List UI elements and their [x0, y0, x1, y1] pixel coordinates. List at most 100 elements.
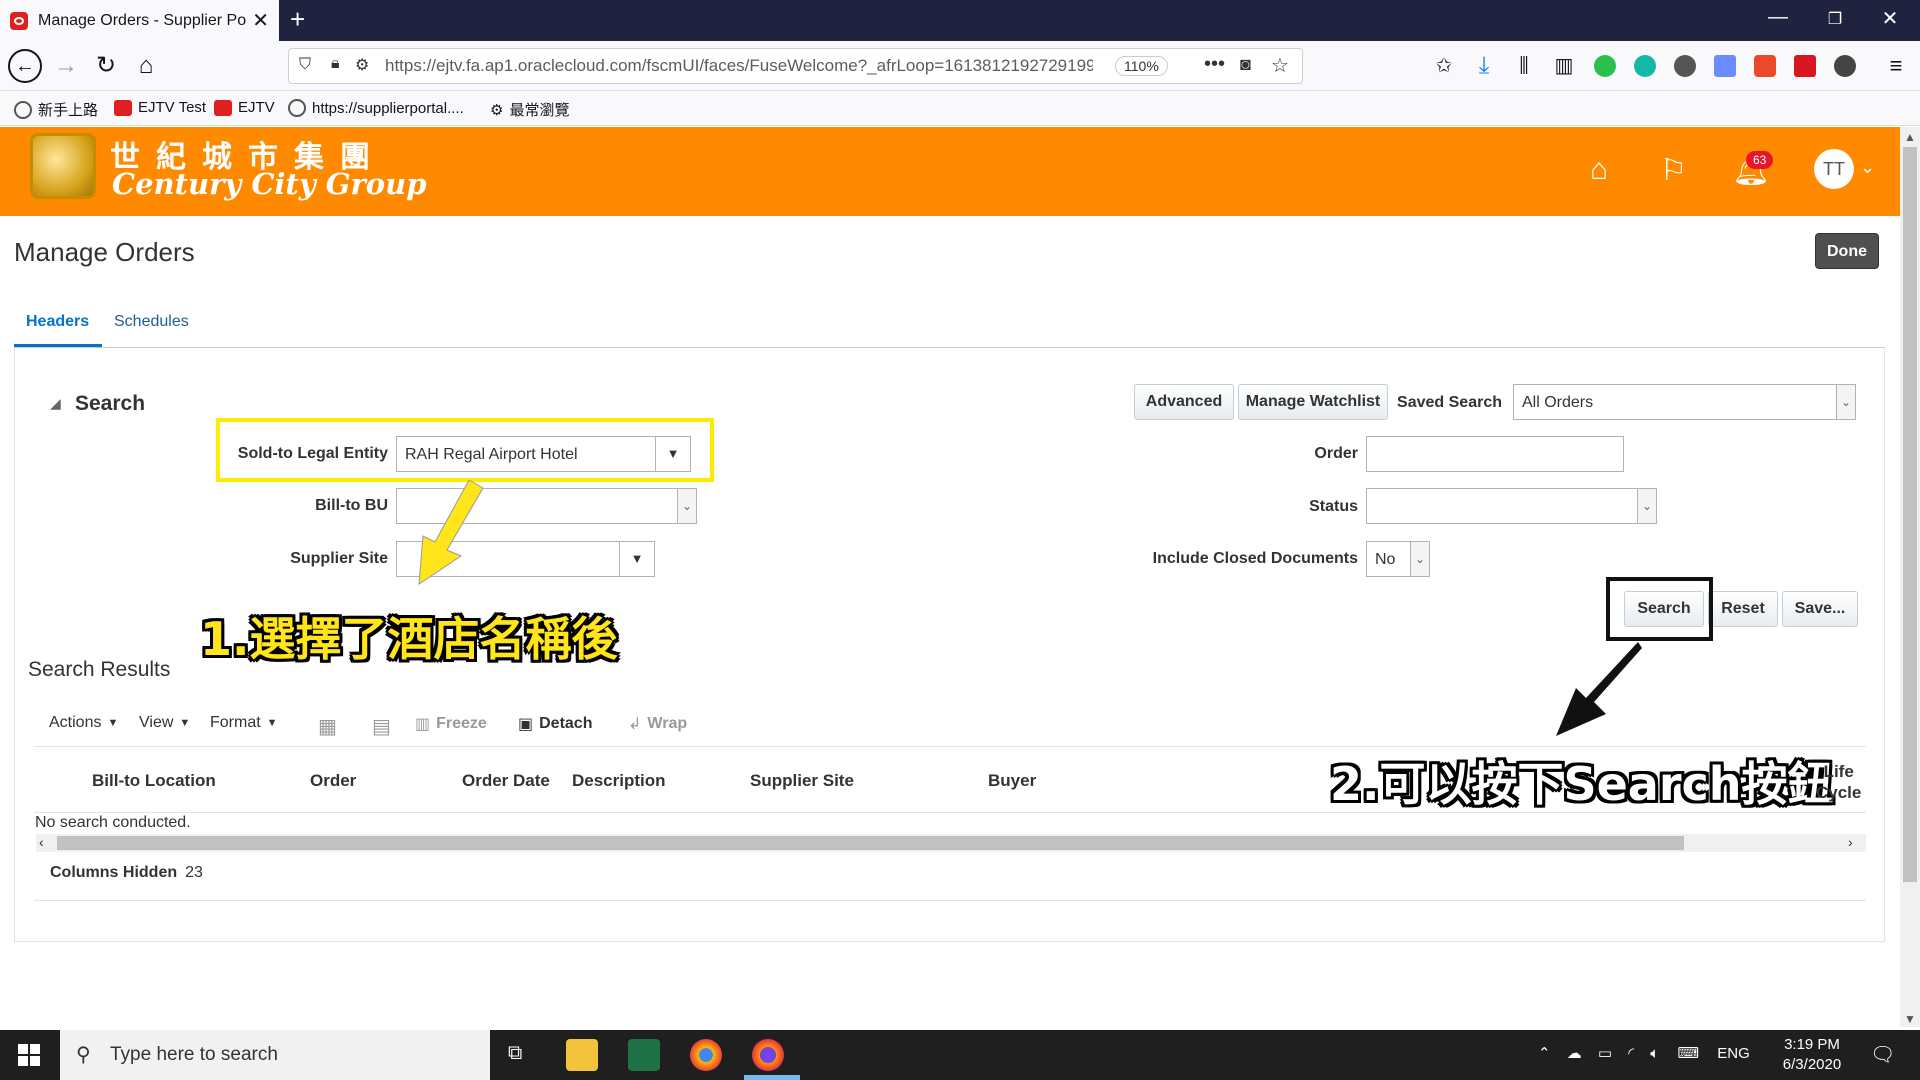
- extension-check-icon[interactable]: [1594, 55, 1616, 77]
- bookmark-item[interactable]: EJTV Test: [114, 99, 206, 116]
- scroll-left-icon[interactable]: ‹: [39, 834, 44, 850]
- save-search-button[interactable]: Save...: [1782, 591, 1858, 627]
- columns-hidden: Columns Hidden 23: [50, 864, 203, 881]
- restore-icon[interactable]: ❐: [1815, 9, 1855, 29]
- download-icon[interactable]: ⤓: [1466, 49, 1502, 83]
- status-chevron-icon[interactable]: ⌄: [1637, 488, 1657, 524]
- cloud-icon[interactable]: ☁: [1567, 1045, 1582, 1062]
- column-header[interactable]: Description: [572, 771, 666, 791]
- wifi-icon[interactable]: ◜: [1628, 1045, 1634, 1062]
- library-icon[interactable]: ⫼: [1506, 49, 1542, 83]
- bookmark-ext-icon[interactable]: [1714, 55, 1736, 77]
- status-select[interactable]: [1366, 488, 1638, 524]
- shield-icon[interactable]: ⛉: [299, 56, 311, 74]
- tab-schedules[interactable]: Schedules: [114, 313, 189, 331]
- bill-to-bu-chevron-icon[interactable]: ⌄: [677, 488, 697, 524]
- grammarly-icon[interactable]: [1634, 55, 1656, 77]
- more-actions-icon[interactable]: •••: [1204, 53, 1225, 76]
- column-header[interactable]: Bill-to Location: [92, 771, 216, 791]
- home-icon[interactable]: ⌂: [128, 49, 164, 83]
- permissions-icon[interactable]: ⚙: [355, 55, 369, 75]
- chrome-icon[interactable]: [690, 1039, 722, 1071]
- order-label: Order: [1314, 445, 1358, 462]
- table-hscrollbar-thumb[interactable]: [57, 836, 1684, 850]
- tab-headers[interactable]: Headers: [26, 313, 89, 331]
- volume-icon[interactable]: 🔈︎: [1650, 1045, 1659, 1062]
- column-header[interactable]: Order: [310, 771, 356, 791]
- bookmark-item[interactable]: 新手上路: [14, 99, 98, 120]
- forward-icon[interactable]: →: [48, 49, 84, 83]
- advanced-button[interactable]: Advanced: [1134, 384, 1234, 420]
- scroll-up-icon[interactable]: ▲: [1904, 130, 1916, 144]
- pdf-ext-icon[interactable]: [1794, 55, 1816, 77]
- bookmark-item[interactable]: EJTV: [214, 99, 275, 116]
- column-header[interactable]: Order Date: [462, 771, 550, 791]
- flag-icon[interactable]: ⚐: [1660, 153, 1687, 188]
- scroll-right-icon[interactable]: ›: [1848, 834, 1853, 850]
- multi-account-icon[interactable]: [1834, 55, 1856, 77]
- home-icon[interactable]: ⌂: [1590, 153, 1608, 187]
- close-window-icon[interactable]: ✕: [1870, 6, 1910, 31]
- detach-button[interactable]: ▣ Detach: [518, 714, 592, 734]
- column-chooser-icon[interactable]: ▦: [318, 714, 337, 739]
- collapse-triangle-icon[interactable]: ◢: [50, 395, 61, 412]
- format-menu[interactable]: Format ▼: [210, 714, 278, 732]
- reader-list-icon[interactable]: ✩: [1426, 49, 1462, 83]
- file-explorer-icon[interactable]: [566, 1039, 598, 1071]
- firefox-icon[interactable]: [752, 1039, 784, 1071]
- supplier-site-dropdown-icon[interactable]: ▼: [619, 541, 655, 577]
- browser-navbar: ← → ↻ ⌂ ⛉ 🔒︎ ⚙ https://ejtv.fa.ap1.oracl…: [0, 41, 1920, 91]
- saved-search-chevron-icon[interactable]: ⌄: [1836, 384, 1856, 420]
- scroll-down-icon[interactable]: ▼: [1904, 1012, 1916, 1026]
- lock-icon[interactable]: 🔒︎: [331, 55, 340, 73]
- sidebar-icon[interactable]: ▥: [1546, 49, 1582, 83]
- include-closed-chevron-icon[interactable]: ⌄: [1410, 541, 1430, 577]
- zoom-indicator[interactable]: 110%: [1115, 56, 1168, 76]
- bookmark-item[interactable]: ⚙ 最常瀏覽: [490, 99, 569, 120]
- notification-badge: 63: [1746, 151, 1774, 169]
- battery-icon[interactable]: ▭: [1598, 1045, 1612, 1062]
- browser-tab[interactable]: Manage Orders - Supplier Portal ✕: [0, 0, 279, 41]
- account-icon[interactable]: [1674, 55, 1696, 77]
- chevron-up-icon[interactable]: ⌃: [1538, 1045, 1551, 1062]
- notification-center-icon[interactable]: 🗨︎: [1870, 1042, 1895, 1067]
- bookmark-star-icon[interactable]: ☆: [1271, 53, 1289, 78]
- chevron-down-icon[interactable]: ⌄: [1860, 157, 1875, 178]
- taskbar-clock[interactable]: 3:19 PM 6/3/2020: [1772, 1035, 1852, 1075]
- freeze-button[interactable]: ▥ Freeze: [415, 714, 487, 734]
- windows-start-icon[interactable]: [18, 1044, 40, 1066]
- view-menu[interactable]: View ▼: [139, 714, 190, 732]
- task-view-icon[interactable]: ⧉: [508, 1042, 522, 1065]
- address-bar[interactable]: ⛉ 🔒︎ ⚙ https://ejtv.fa.ap1.oraclecloud.c…: [288, 48, 1303, 84]
- system-tray: ⌃ ☁ ▭ ◜ 🔈︎ ⌨ ENG: [1538, 1044, 1750, 1062]
- manage-watchlist-button[interactable]: Manage Watchlist: [1238, 384, 1388, 420]
- back-icon[interactable]: ←: [8, 49, 42, 83]
- column-header[interactable]: Buyer: [988, 771, 1036, 791]
- keyboard-icon[interactable]: ⌨: [1677, 1045, 1699, 1062]
- bookmark-item[interactable]: https://supplierportal....: [288, 99, 464, 117]
- actions-menu[interactable]: Actions ▼: [49, 714, 118, 732]
- company-logo[interactable]: [30, 133, 96, 199]
- order-input[interactable]: [1366, 436, 1624, 472]
- language-indicator[interactable]: ENG: [1717, 1045, 1750, 1062]
- column-header-life-cycle[interactable]: Life Cycle: [1816, 761, 1861, 803]
- minimize-icon[interactable]: —: [1758, 6, 1798, 29]
- saved-search-select[interactable]: All Orders: [1513, 384, 1837, 420]
- shield-ext-icon[interactable]: [1754, 55, 1776, 77]
- new-tab-icon[interactable]: +: [290, 4, 305, 35]
- reload-icon[interactable]: ↻: [88, 49, 124, 83]
- pocket-icon[interactable]: ◙: [1240, 54, 1251, 75]
- wrap-button[interactable]: ↲ Wrap: [628, 714, 687, 734]
- done-button[interactable]: Done: [1815, 233, 1879, 269]
- close-tab-icon[interactable]: ✕: [252, 8, 269, 33]
- include-closed-select[interactable]: No: [1366, 541, 1412, 577]
- filter-columns-icon[interactable]: ▤: [372, 714, 391, 739]
- excel-icon[interactable]: [628, 1039, 660, 1071]
- avatar[interactable]: TT: [1814, 149, 1854, 189]
- page-scrollbar-thumb[interactable]: [1903, 147, 1917, 882]
- taskbar-search[interactable]: ⚲ Type here to search: [60, 1030, 490, 1080]
- reset-button[interactable]: Reset: [1708, 591, 1778, 627]
- highlight-box-yellow: [216, 418, 714, 482]
- column-header[interactable]: Supplier Site: [750, 771, 854, 791]
- menu-hamburger-icon[interactable]: ≡: [1878, 49, 1914, 83]
